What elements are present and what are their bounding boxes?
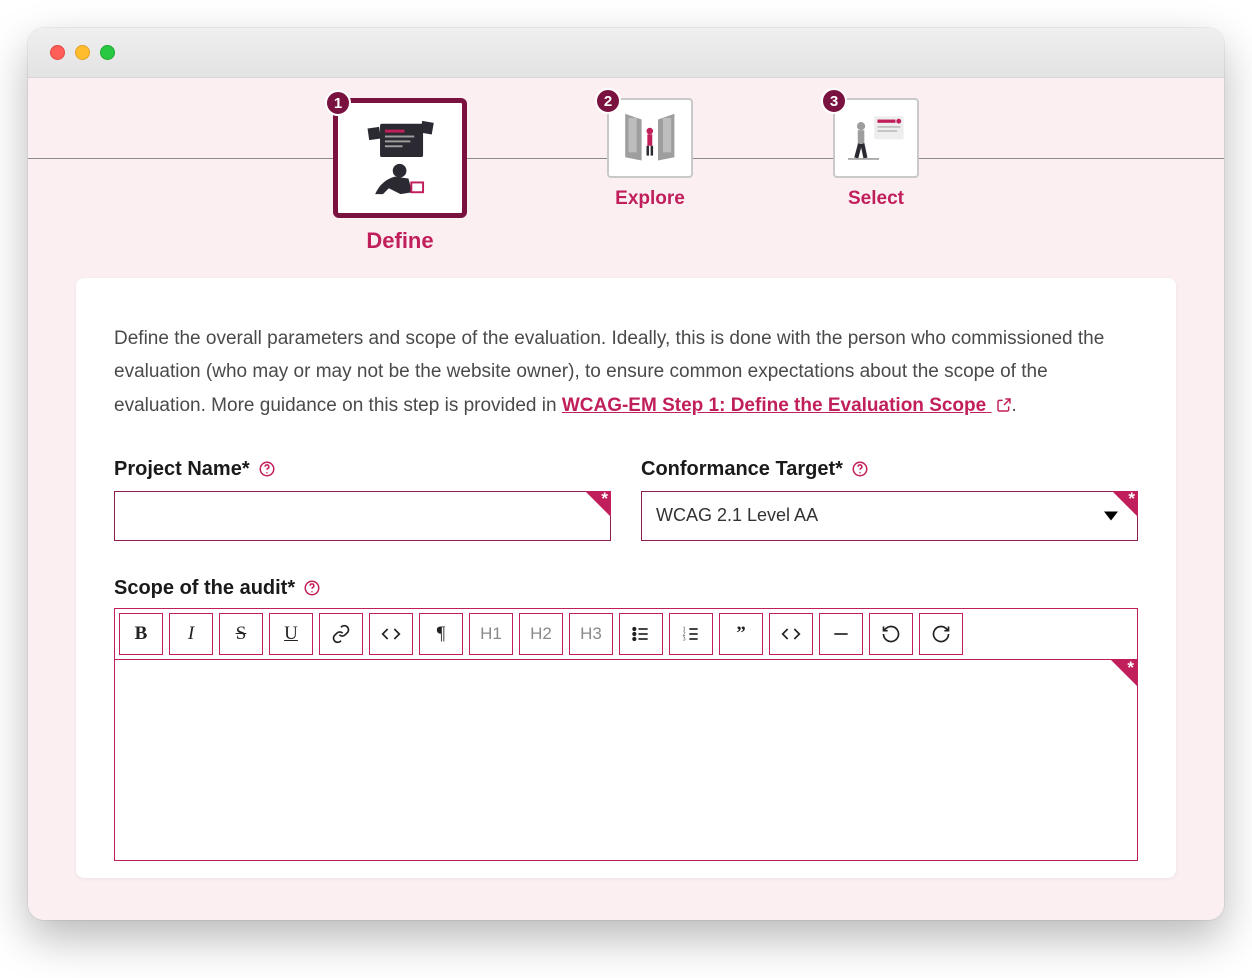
- conformance-target-field: Conformance Target* WCAG 2.1 Level AA: [641, 458, 1138, 541]
- help-icon[interactable]: [258, 460, 276, 478]
- intro-text: Define the overall parameters and scope …: [114, 322, 1138, 424]
- step-define[interactable]: 1: [333, 98, 467, 254]
- code-button[interactable]: [369, 613, 413, 655]
- window-titlebar: [28, 28, 1224, 78]
- help-icon[interactable]: [851, 460, 869, 478]
- link-button[interactable]: [319, 613, 363, 655]
- conformance-target-label: Conformance Target*: [641, 458, 843, 481]
- code-block-button[interactable]: [769, 613, 813, 655]
- step-explore[interactable]: 2 Explore: [607, 98, 693, 254]
- h3-button[interactable]: H3: [569, 613, 613, 655]
- ordered-list-button[interactable]: 123: [669, 613, 713, 655]
- scope-textarea[interactable]: [115, 660, 1137, 860]
- step-number-badge: 3: [821, 88, 847, 114]
- quote-button[interactable]: ”: [719, 613, 763, 655]
- close-window-button[interactable]: [50, 45, 65, 60]
- svg-text:3: 3: [683, 636, 686, 642]
- zoom-window-button[interactable]: [100, 45, 115, 60]
- select-value: WCAG 2.1 Level AA: [656, 505, 818, 526]
- redo-button[interactable]: [919, 613, 963, 655]
- viewport: 1: [28, 78, 1224, 920]
- step-explore-thumb: [607, 98, 693, 178]
- select-illustration-icon: [843, 108, 909, 169]
- underline-button[interactable]: U: [269, 613, 313, 655]
- explore-illustration-icon: [617, 108, 683, 169]
- project-name-input[interactable]: [114, 491, 611, 541]
- wcag-em-step1-link[interactable]: WCAG-EM Step 1: Define the Evaluation Sc…: [562, 395, 1012, 416]
- project-name-field: Project Name* *: [114, 458, 611, 541]
- define-illustration-icon: [350, 114, 449, 202]
- editor-toolbar: B I S U ¶ H1 H2 H3: [115, 609, 1137, 660]
- step-select[interactable]: 3: [833, 98, 919, 254]
- h1-button[interactable]: H1: [469, 613, 513, 655]
- required-corner-icon: [1112, 491, 1138, 517]
- italic-button[interactable]: I: [169, 613, 213, 655]
- help-icon[interactable]: [303, 579, 321, 597]
- rich-text-editor: B I S U ¶ H1 H2 H3: [114, 608, 1138, 861]
- undo-button[interactable]: [869, 613, 913, 655]
- step-label: Select: [848, 188, 904, 210]
- scope-field: Scope of the audit* B I S U: [114, 577, 1138, 861]
- step-number-badge: 2: [595, 88, 621, 114]
- step-define-thumb: [333, 98, 467, 218]
- stepper: 1: [28, 78, 1224, 278]
- app-window: 1: [28, 28, 1224, 920]
- scope-label: Scope of the audit*: [114, 577, 295, 600]
- step-number-badge: 1: [325, 90, 351, 116]
- link-text: WCAG-EM Step 1: Define the Evaluation Sc…: [562, 395, 986, 416]
- bullet-list-button[interactable]: [619, 613, 663, 655]
- step-select-thumb: [833, 98, 919, 178]
- project-name-label: Project Name*: [114, 458, 250, 481]
- step-label: Explore: [615, 188, 685, 210]
- conformance-target-select[interactable]: WCAG 2.1 Level AA: [641, 491, 1138, 541]
- minimize-window-button[interactable]: [75, 45, 90, 60]
- bold-button[interactable]: B: [119, 613, 163, 655]
- required-corner-icon: [585, 491, 611, 517]
- required-corner-icon: [1111, 660, 1137, 686]
- strikethrough-button[interactable]: S: [219, 613, 263, 655]
- external-link-icon: [996, 391, 1012, 424]
- intro-post: .: [1012, 395, 1017, 416]
- paragraph-button[interactable]: ¶: [419, 613, 463, 655]
- h2-button[interactable]: H2: [519, 613, 563, 655]
- horizontal-rule-button[interactable]: [819, 613, 863, 655]
- form-card: Define the overall parameters and scope …: [76, 278, 1176, 878]
- step-label: Define: [366, 228, 433, 254]
